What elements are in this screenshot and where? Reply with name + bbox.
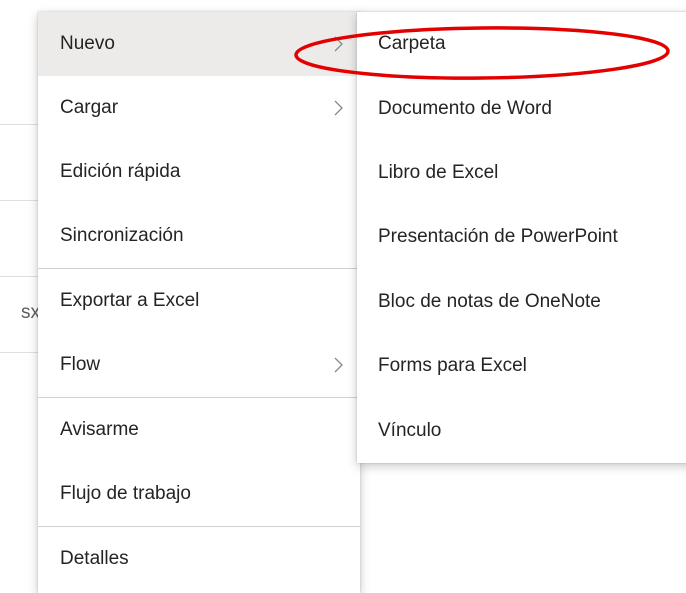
background-divider: [0, 276, 40, 277]
menu-item-label: Sincronización: [60, 225, 184, 246]
submenu-item-label: Vínculo: [378, 419, 442, 441]
submenu-item-label: Carpeta: [378, 33, 446, 55]
background-file-name: sx: [21, 302, 40, 323]
submenu-item-label: Documento de Word: [378, 97, 552, 119]
submenu-item-vinculo[interactable]: Vínculo: [357, 398, 686, 462]
chevron-right-icon: [334, 100, 343, 116]
submenu-item-bloc-de-notas-de-onenote[interactable]: Bloc de notas de OneNote: [357, 270, 686, 334]
menu-item-nuevo[interactable]: Nuevo: [38, 12, 360, 76]
menu-item-label: Cargar: [60, 97, 119, 118]
menu-item-label: Avisarme: [60, 419, 139, 440]
context-menu: Nuevo Cargar Edición rápida Sincronizaci…: [38, 12, 360, 593]
background-divider: [0, 200, 40, 201]
menu-item-sincronizacion[interactable]: Sincronización: [38, 204, 360, 268]
menu-item-flow[interactable]: Flow: [38, 333, 360, 397]
menu-item-exportar-a-excel[interactable]: Exportar a Excel: [38, 269, 360, 333]
menu-item-label: Nuevo: [60, 33, 115, 54]
background-divider: [0, 124, 40, 125]
menu-item-detalles[interactable]: Detalles: [38, 527, 360, 591]
menu-item-flujo-de-trabajo[interactable]: Flujo de trabajo: [38, 462, 360, 526]
submenu-item-libro-de-excel[interactable]: Libro de Excel: [357, 141, 686, 205]
chevron-right-icon: [334, 36, 343, 52]
background-divider: [0, 352, 40, 353]
submenu-item-label: Bloc de notas de OneNote: [378, 290, 601, 312]
menu-item-cargar[interactable]: Cargar: [38, 76, 360, 140]
menu-item-label: Flow: [60, 354, 101, 375]
submenu-item-label: Libro de Excel: [378, 161, 499, 183]
menu-item-label: Exportar a Excel: [60, 290, 200, 311]
menu-item-avisarme[interactable]: Avisarme: [38, 398, 360, 462]
menu-item-edicion-rapida[interactable]: Edición rápida: [38, 140, 360, 204]
submenu-item-carpeta[interactable]: Carpeta: [357, 12, 686, 76]
submenu-item-label: Forms para Excel: [378, 355, 527, 377]
menu-item-label: Detalles: [60, 548, 129, 569]
submenu-item-documento-de-word[interactable]: Documento de Word: [357, 76, 686, 140]
submenu-item-label: Presentación de PowerPoint: [378, 226, 618, 248]
menu-item-label: Edición rápida: [60, 161, 181, 182]
menu-item-label: Flujo de trabajo: [60, 483, 191, 504]
new-submenu: Carpeta Documento de Word Libro de Excel…: [357, 12, 686, 463]
chevron-right-icon: [334, 357, 343, 373]
submenu-item-presentacion-de-powerpoint[interactable]: Presentación de PowerPoint: [357, 205, 686, 269]
submenu-item-forms-para-excel[interactable]: Forms para Excel: [357, 334, 686, 398]
